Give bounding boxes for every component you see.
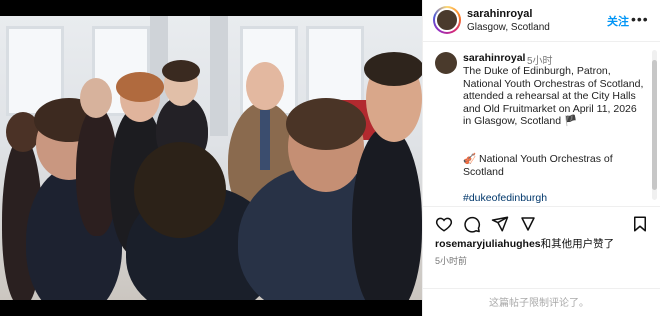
scrollbar-thumb[interactable] [652,60,657,190]
person-head [134,142,226,238]
share-icon[interactable] [491,215,509,233]
avatar-image [435,8,459,32]
post-location[interactable]: Glasgow, Scotland [467,22,550,33]
post-media-pane [0,0,422,316]
person-shape [352,126,422,300]
person-hair [162,60,200,82]
caption-scrollbar[interactable] [652,50,657,200]
column-decor [210,16,228,136]
tie-decor [260,110,270,170]
post-timestamp[interactable]: 5小时前 [435,254,467,267]
comments-disabled-bar: 这篇帖子限制评论了。 [423,288,660,316]
caption-text: The Duke of Edinburgh, Patron, National … [463,65,644,128]
person-hair [116,72,164,102]
caption-avatar[interactable] [435,52,457,74]
post-header: sarahinroyal Glasgow, Scotland 关注 ••• [423,0,660,42]
reply-arrow-icon[interactable] [519,215,537,233]
author-username[interactable]: sarahinroyal [467,8,532,20]
author-avatar[interactable] [433,6,461,34]
post-actions [423,206,660,236]
duke-head [246,62,284,110]
person-hair [286,98,366,150]
more-horizontal-icon[interactable]: ••• [631,11,649,27]
follow-button[interactable]: 关注 [607,13,629,29]
comment-icon[interactable] [463,215,481,233]
comments-disabled-text: 这篇帖子限制评论了。 [489,298,589,309]
likes-username[interactable]: rosemaryjuliahughes [435,238,541,250]
post-photo[interactable] [0,16,422,300]
likes-summary: rosemaryjuliahughes和其他用户赞了 [435,236,614,251]
bookmark-icon[interactable] [631,215,649,233]
caption-username[interactable]: sarahinroyal [463,52,525,64]
heart-icon[interactable] [435,215,453,233]
post-info-pane: sarahinroyal Glasgow, Scotland 关注 ••• sa… [422,0,660,316]
likes-suffix: 和其他用户赞了 [540,238,615,250]
person-hair [364,52,422,86]
caption-orchestra-line: 🎻 National Youth Orchestras of Scotland [463,153,613,178]
post-caption: sarahinroyal 5小时 The Duke of Edinburgh, … [423,44,659,206]
person-head [80,78,112,118]
caption-hashtag[interactable]: #dukeofedinburgh [463,192,547,204]
